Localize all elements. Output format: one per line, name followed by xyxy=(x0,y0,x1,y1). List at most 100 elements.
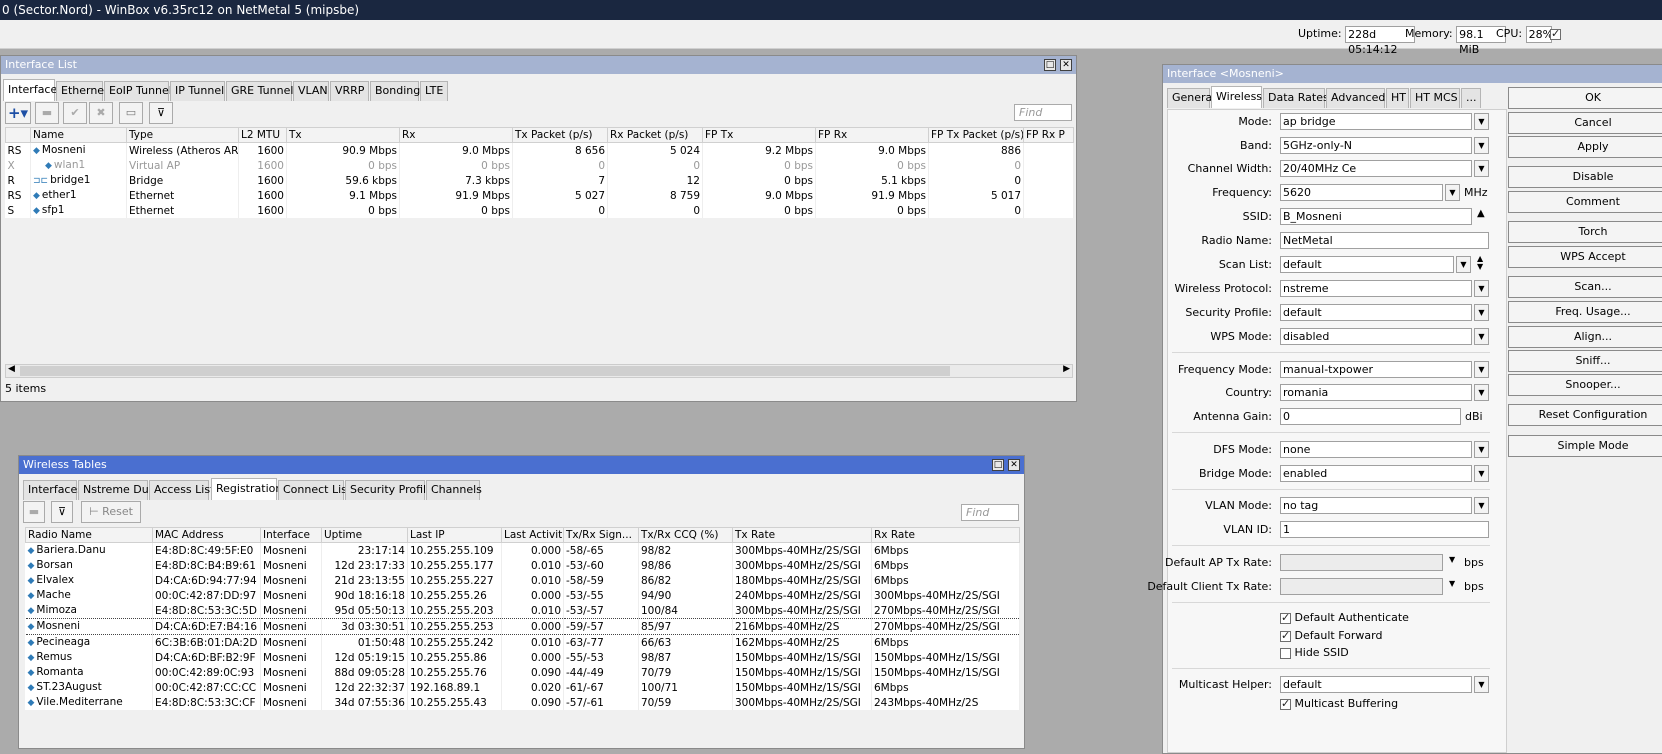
simple-mode-button[interactable]: Simple Mode xyxy=(1508,435,1662,457)
country-select[interactable]: romania xyxy=(1280,384,1472,401)
table-row[interactable]: X ◆ wlan1 Virtual AP 1600 0 bps 0 bps 0 0 0 bps 0 … xyxy=(5,158,1074,173)
col-tx[interactable]: Tx xyxy=(286,127,400,143)
scroll-right-icon[interactable]: ▶ xyxy=(1063,364,1070,374)
dropdown-arrow-icon[interactable]: ▼ xyxy=(1474,113,1489,130)
col-tx-rate[interactable]: Tx Rate xyxy=(732,527,872,543)
dropdown-arrow-icon[interactable]: ▼ xyxy=(1474,441,1489,458)
comment-button[interactable]: ▭ xyxy=(119,102,143,124)
tab-interface[interactable]: Interface xyxy=(3,79,57,101)
updown-icon[interactable]: ▲ ▼ xyxy=(1477,255,1483,271)
dropdown-arrow-icon[interactable]: ▼ xyxy=(1474,361,1489,378)
maximize-icon[interactable]: □ xyxy=(1044,59,1056,71)
scroll-left-icon[interactable]: ◀ xyxy=(8,364,15,374)
dropdown-arrow-icon[interactable]: ▼ xyxy=(1474,384,1489,401)
tab-ht-mcs[interactable]: HT MCS xyxy=(1410,88,1460,108)
cpu-checkbox[interactable] xyxy=(1550,27,1561,40)
col-fp-tx[interactable]: FP Tx xyxy=(702,127,816,143)
col-fp-rx[interactable]: FP Rx xyxy=(815,127,929,143)
wps-accept-button[interactable]: WPS Accept xyxy=(1508,246,1662,268)
band-select[interactable]: 5GHz-only-N xyxy=(1280,137,1472,154)
find-input[interactable]: Find xyxy=(961,504,1019,521)
col-last-activity[interactable]: Last Activit... xyxy=(501,527,564,543)
dropdown-arrow-icon[interactable]: ▼ xyxy=(1474,137,1489,154)
tab-more[interactable]: ... xyxy=(1461,88,1481,108)
tab-advanced[interactable]: Advanced xyxy=(1326,88,1385,108)
dropdown-arrow-icon[interactable]: ▼ xyxy=(1474,676,1489,693)
col-l2mtu[interactable]: L2 MTU xyxy=(238,127,287,143)
remove-button[interactable]: ▬ xyxy=(23,501,45,523)
table-row[interactable]: ◆ Mache 00:0C:42:87:DD:97 Mosneni 90d 18:16:… xyxy=(25,588,1020,603)
default-client-tx-rate-input[interactable] xyxy=(1280,578,1443,595)
filter-button[interactable]: ⊽ xyxy=(149,102,173,124)
col-name[interactable]: Name xyxy=(30,127,127,143)
col-rx-packet[interactable]: Rx Packet (p/s) xyxy=(607,127,703,143)
tab-ip-tunnel[interactable]: IP Tunnel xyxy=(170,81,225,101)
hide-ssid-row[interactable]: Hide SSID xyxy=(1280,646,1349,660)
mode-select[interactable]: ap bridge xyxy=(1280,113,1472,130)
col-flag[interactable] xyxy=(5,127,31,143)
wireless-protocol-select[interactable]: nstreme xyxy=(1280,280,1472,297)
find-input[interactable]: Find xyxy=(1014,104,1072,121)
default-authenticate-checkbox[interactable] xyxy=(1280,611,1291,625)
table-row[interactable]: ◆ Vile.Mediterrane E4:8D:8C:53:3C:CF Mosnen… xyxy=(25,695,1020,710)
dropdown-arrow-icon[interactable]: ▼ xyxy=(1474,465,1489,482)
snooper-button[interactable]: Snooper... xyxy=(1508,374,1662,396)
tab-registration[interactable]: Registration xyxy=(211,478,282,500)
col-fp-rx-packet[interactable]: FP Rx P xyxy=(1023,127,1074,143)
ok-button[interactable]: OK xyxy=(1508,87,1662,109)
tab-ethernet[interactable]: Ethernet xyxy=(56,81,108,101)
radio-name-input[interactable]: NetMetal xyxy=(1280,232,1489,249)
table-row[interactable]: RS◆MosneniWireless (Atheros AR9...160090… xyxy=(5,142,1074,158)
col-interface[interactable]: Interface xyxy=(260,527,322,543)
antenna-gain-input[interactable]: 0 xyxy=(1280,408,1461,425)
enable-button[interactable]: ✔ xyxy=(63,102,87,124)
table-row[interactable]: ◆ Remus D4:CA:6D:BF:B2:9F Mosneni 12d 05:19:… xyxy=(25,650,1020,665)
table-row[interactable]: ◆ Romanta 00:0C:42:89:0C:93 Mosneni 88d 09:0… xyxy=(25,665,1020,680)
default-forward-row[interactable]: Default Forward xyxy=(1280,629,1382,643)
table-row[interactable]: R ⊐⊏ bridge1 Bridge 1600 59.6 kbps 7.3 kbps 7 12… xyxy=(5,173,1074,188)
table-row[interactable]: ◆ ST.23August 00:0C:42:87:CC:CC Mosneni 12d … xyxy=(25,680,1020,695)
vlan-mode-select[interactable]: no tag xyxy=(1280,497,1472,514)
tab-lte[interactable]: LTE xyxy=(420,81,448,101)
remove-button[interactable]: ▬ xyxy=(35,102,59,124)
freq-usage-button[interactable]: Freq. Usage... xyxy=(1508,301,1662,323)
default-ap-tx-rate-input[interactable] xyxy=(1280,554,1443,571)
table-row[interactable]: ◆ Mimoza E4:8D:8C:53:3C:5D Mosneni 95d 05:50… xyxy=(25,603,1020,619)
sniff-button[interactable]: Sniff... xyxy=(1508,350,1662,372)
multicast-helper-select[interactable]: default xyxy=(1280,676,1472,693)
apply-button[interactable]: Apply xyxy=(1508,136,1662,158)
dropdown-arrow-icon[interactable]: ▼ xyxy=(1474,160,1489,177)
tab-ht[interactable]: HT xyxy=(1386,88,1409,108)
table-row[interactable]: ◆ Bariera.Danu E4:8D:8C:49:5F:E0 Mosneni 23:… xyxy=(25,542,1020,558)
cancel-button[interactable]: Cancel xyxy=(1508,112,1662,134)
table-row[interactable]: ◆ Mosneni D4:CA:6D:E7:B4:16 Mosneni 3d 03:30… xyxy=(25,618,1020,635)
tab-access-list[interactable]: Access List xyxy=(149,480,214,500)
tab-nstreme-dual[interactable]: Nstreme Dual xyxy=(78,480,159,500)
tab-interfaces[interactable]: Interfaces xyxy=(23,480,83,500)
channel-width-select[interactable]: 20/40MHz Ce xyxy=(1280,160,1472,177)
reset-configuration-button[interactable]: Reset Configuration xyxy=(1508,404,1662,426)
table-row[interactable]: ◆ Borsan E4:8D:8C:B4:B9:61 Mosneni 12d 23:17… xyxy=(25,558,1020,573)
col-mac-address[interactable]: MAC Address xyxy=(152,527,261,543)
maximize-icon[interactable]: □ xyxy=(992,459,1004,471)
default-authenticate-row[interactable]: Default Authenticate xyxy=(1280,611,1409,625)
close-icon[interactable]: ✕ xyxy=(1008,459,1020,471)
disable-button[interactable]: Disable xyxy=(1508,166,1662,188)
wps-mode-select[interactable]: disabled xyxy=(1280,328,1472,345)
tab-vrrp[interactable]: VRRP xyxy=(330,81,369,101)
tab-eoip-tunnel[interactable]: EoIP Tunnel xyxy=(104,81,172,101)
dropdown-arrow-icon[interactable]: ▼ xyxy=(1445,184,1460,201)
col-tx-packet[interactable]: Tx Packet (p/s) xyxy=(512,127,608,143)
scrollbar-thumb[interactable] xyxy=(20,366,950,376)
security-profile-select[interactable]: default xyxy=(1280,304,1472,321)
frequency-select[interactable]: 5620 xyxy=(1280,184,1443,201)
tab-security-profiles[interactable]: Security Profiles xyxy=(345,480,439,500)
disable-button[interactable]: ✖ xyxy=(89,102,113,124)
comment-button[interactable]: Comment xyxy=(1508,191,1662,213)
dfs-mode-select[interactable]: none xyxy=(1280,441,1472,458)
dropdown-arrow-icon[interactable]: ▼ xyxy=(1449,555,1455,564)
collapse-up-icon[interactable]: ▲ xyxy=(1477,208,1485,219)
close-icon[interactable]: ✕ xyxy=(1060,59,1072,71)
col-radio-name[interactable]: Radio Name xyxy=(25,527,153,543)
scan-list-select[interactable]: default xyxy=(1280,256,1454,273)
